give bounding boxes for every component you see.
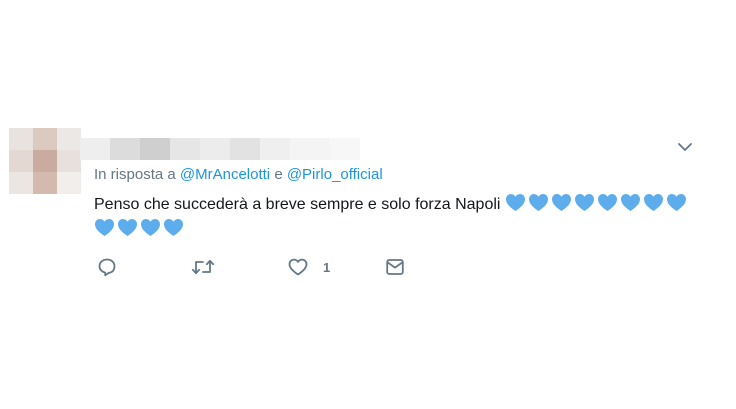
reply-icon — [96, 256, 118, 278]
like-button[interactable]: 1 — [287, 256, 330, 278]
mention-link-2[interactable]: @Pirlo_official — [287, 166, 383, 183]
blue-heart-icon — [141, 218, 160, 237]
mention-link-1[interactable]: @MrAncelotti — [180, 166, 270, 183]
author-name-blurred[interactable] — [80, 138, 360, 160]
avatar[interactable] — [9, 128, 81, 194]
blue-heart-icon — [597, 193, 617, 212]
message-icon — [384, 256, 406, 278]
like-count: 1 — [323, 259, 331, 275]
tweet-actions: 1 — [0, 256, 736, 280]
direct-message-button[interactable] — [384, 256, 406, 278]
blue-heart-icon — [666, 193, 686, 212]
retweet-icon — [191, 256, 215, 278]
reply-context: In risposta a @MrAncelotti e @Pirlo_offi… — [94, 166, 383, 183]
tweet-text-body: Penso che succederà a breve sempre e sol… — [94, 196, 501, 213]
reply-button[interactable] — [96, 256, 118, 278]
chevron-down-icon[interactable] — [676, 140, 694, 154]
blue-heart-icon — [528, 193, 548, 212]
like-icon — [287, 256, 309, 278]
blue-heart-icon — [551, 193, 571, 212]
blue-heart-icon — [505, 193, 525, 212]
reply-conjunction: e — [274, 166, 283, 183]
blue-heart-icon — [620, 193, 640, 212]
blue-heart-icon — [574, 193, 594, 212]
blue-heart-icon — [118, 218, 137, 237]
retweet-button[interactable] — [191, 256, 215, 278]
reply-prefix: In risposta a — [94, 166, 176, 183]
tweet-text: Penso che succederà a breve sempre e sol… — [94, 192, 694, 242]
blue-heart-icon — [643, 193, 663, 212]
blue-heart-icon — [164, 218, 183, 237]
blue-heart-icon — [95, 218, 114, 237]
